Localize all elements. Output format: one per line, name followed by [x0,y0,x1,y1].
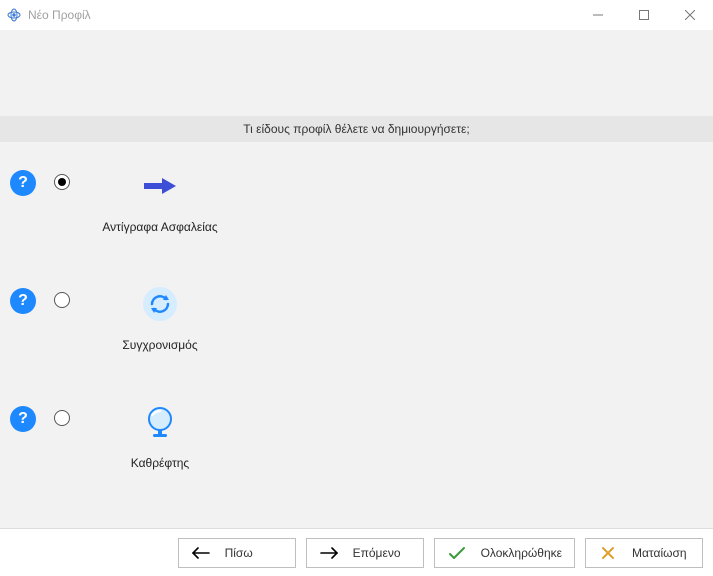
radio-backup[interactable] [54,174,70,190]
back-button[interactable]: Πίσω [178,538,296,568]
close-button[interactable] [667,0,713,30]
option-row-backup: ? Αντίγραφα Ασφαλείας [0,166,713,234]
prompt-text: Τι είδους προφίλ θέλετε να δημιουργήσετε… [243,122,469,136]
button-label: Πίσω [225,546,283,560]
button-label: Ολοκληρώθηκε [481,546,562,560]
options-area: ? Αντίγραφα Ασφαλείας ? Συγχρονισμός ? [0,142,713,528]
help-icon[interactable]: ? [10,406,36,432]
help-icon[interactable]: ? [10,170,36,196]
option-sync[interactable]: Συγχρονισμός [100,284,220,352]
window-controls [575,0,713,30]
option-row-sync: ? Συγχρονισμός [0,284,713,352]
option-backup[interactable]: Αντίγραφα Ασφαλείας [100,166,220,234]
option-label: Αντίγραφα Ασφαλείας [102,220,217,234]
cancel-button[interactable]: Ματαίωση [585,538,703,568]
next-button[interactable]: Επόμενο [306,538,424,568]
check-icon [447,546,467,560]
help-icon[interactable]: ? [10,288,36,314]
sync-icon [140,284,180,324]
option-mirror[interactable]: Καθρέφτης [100,402,220,470]
option-label: Συγχρονισμός [122,338,197,352]
arrow-left-icon [191,547,211,559]
option-row-mirror: ? Καθρέφτης [0,402,713,470]
radio-mirror[interactable] [54,410,70,426]
footer-bar: Πίσω Επόμενο Ολοκληρώθηκε Ματαίωση [0,528,713,576]
button-label: Ματαίωση [632,546,690,560]
x-icon [598,546,618,560]
maximize-button[interactable] [621,0,667,30]
title-bar: Νέο Προφίλ [0,0,713,30]
finish-button[interactable]: Ολοκληρώθηκε [434,538,575,568]
button-label: Επόμενο [353,546,411,560]
prompt-bar: Τι είδους προφίλ θέλετε να δημιουργήσετε… [0,116,713,142]
arrow-right-icon [140,166,180,206]
window: Νέο Προφίλ Τι είδους προφίλ θέλετε να δη… [0,0,713,576]
window-title: Νέο Προφίλ [28,8,575,22]
arrow-right-icon [319,547,339,559]
minimize-button[interactable] [575,0,621,30]
header-spacer [0,30,713,116]
radio-sync[interactable] [54,292,70,308]
mirror-icon [140,402,180,442]
app-icon [6,7,22,23]
option-label: Καθρέφτης [131,456,189,470]
